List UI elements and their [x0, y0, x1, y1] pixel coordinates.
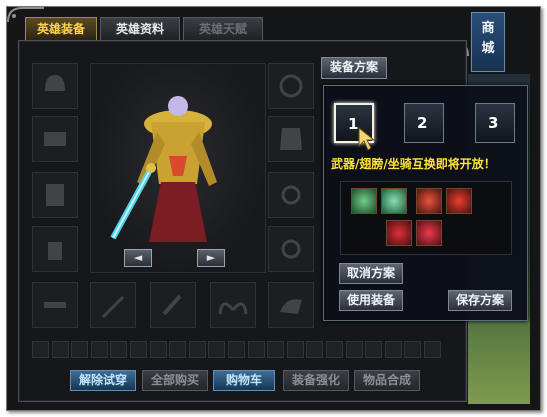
mini-slot: [188, 341, 206, 358]
ring2-slot-icon: [281, 239, 301, 259]
mini-slot: [286, 341, 304, 358]
shoulder-slot-icon: [44, 132, 66, 146]
mini-slot: [130, 341, 147, 358]
helm-slot-icon: [45, 75, 65, 91]
equip-slot-ring-1[interactable]: [268, 172, 314, 218]
item-synthesis-button[interactable]: 物品合成: [354, 370, 420, 391]
mini-slot: [110, 341, 128, 358]
store-label-1: 商: [481, 21, 495, 36]
sword-slot-icon: [102, 296, 124, 318]
buy-all-button[interactable]: 全部购买: [142, 370, 208, 391]
equip-slot-head[interactable]: [32, 63, 78, 109]
amulet-icon[interactable]: [381, 188, 407, 214]
mini-slot: [365, 341, 383, 358]
equip-scheme-button[interactable]: 装备方案: [321, 57, 387, 79]
equip-slot-gloves[interactable]: [32, 226, 78, 272]
ring-icon[interactable]: [351, 188, 377, 214]
ring-slot-icon: [281, 185, 301, 205]
equip-slot-offhand[interactable]: [150, 282, 196, 328]
remove-tryon-button[interactable]: 解除试穿: [70, 370, 136, 391]
mini-slot: [247, 341, 265, 358]
mini-slot: [384, 341, 402, 358]
hero-preview: [90, 63, 266, 273]
equip-slot-chest[interactable]: [32, 172, 78, 218]
glove-slot-icon: [48, 242, 62, 260]
mini-slot: [306, 341, 324, 358]
scheme-number-2: 2: [417, 114, 428, 132]
store-button[interactable]: 商 城: [471, 12, 505, 72]
cloak-slot-icon: [280, 128, 302, 150]
equip-slot-belt[interactable]: [32, 282, 78, 328]
equip-slot-shoulder[interactable]: [32, 116, 78, 162]
mini-slot: [404, 341, 422, 358]
wings-slot-icon: [218, 302, 248, 315]
necklace-slot-icon: [279, 74, 303, 98]
scheme-notice-text: 武器/翅膀/坐骑互换即将开放！: [331, 157, 496, 171]
gauntlet-icon[interactable]: [386, 220, 412, 246]
save-scheme-button[interactable]: 保存方案: [448, 290, 512, 311]
scheme-slot-2[interactable]: 2: [404, 103, 444, 143]
cursor-pointer-icon: [358, 126, 376, 151]
scheme-number-3: 3: [488, 114, 499, 132]
hero-model-icon: [110, 96, 217, 242]
mini-slot: [208, 341, 226, 358]
equip-slot-wings[interactable]: [210, 282, 256, 328]
equip-slot-mount[interactable]: [268, 282, 314, 328]
helm-icon[interactable]: [416, 188, 442, 214]
use-equipment-button[interactable]: 使用装备: [339, 290, 403, 311]
mini-slot: [228, 341, 245, 358]
mini-slot: [149, 341, 167, 358]
equip-slot-ring-2[interactable]: [268, 226, 314, 272]
shopping-cart-button[interactable]: 购物车: [213, 370, 275, 391]
tab-hero-equipment[interactable]: 英雄装备: [25, 17, 97, 40]
mini-slot: [424, 341, 441, 358]
tab-hero-info[interactable]: 英雄资料: [100, 17, 180, 40]
cancel-scheme-button[interactable]: 取消方案: [339, 263, 403, 284]
mini-slot: [345, 341, 363, 358]
claw-icon[interactable]: [416, 220, 442, 246]
scheme-slot-3[interactable]: 3: [475, 103, 515, 143]
equipment-enhance-button[interactable]: 装备强化: [283, 370, 349, 391]
mini-slot: [32, 341, 49, 358]
mini-slot: [51, 341, 69, 358]
blade-slot-icon: [162, 294, 182, 316]
store-label-2: 城: [481, 41, 495, 56]
belt-slot-icon: [44, 302, 66, 308]
crest-icon[interactable]: [446, 188, 472, 214]
mini-slot: [267, 341, 285, 358]
tab-hero-talent: 英雄天赋: [183, 17, 263, 40]
mini-slot: [169, 341, 187, 358]
rotate-right-button[interactable]: ►: [197, 249, 225, 267]
chest-slot-icon: [46, 184, 64, 206]
mini-slot: [90, 341, 108, 358]
equip-slot-cloak[interactable]: [268, 116, 314, 162]
equip-slot-weapon[interactable]: [90, 282, 136, 328]
mini-slot: [71, 341, 89, 358]
equip-slot-neck[interactable]: [268, 63, 314, 109]
mount-slot-icon: [280, 299, 302, 314]
mini-slot: [326, 341, 343, 358]
rotate-left-button[interactable]: ◄: [124, 249, 152, 267]
